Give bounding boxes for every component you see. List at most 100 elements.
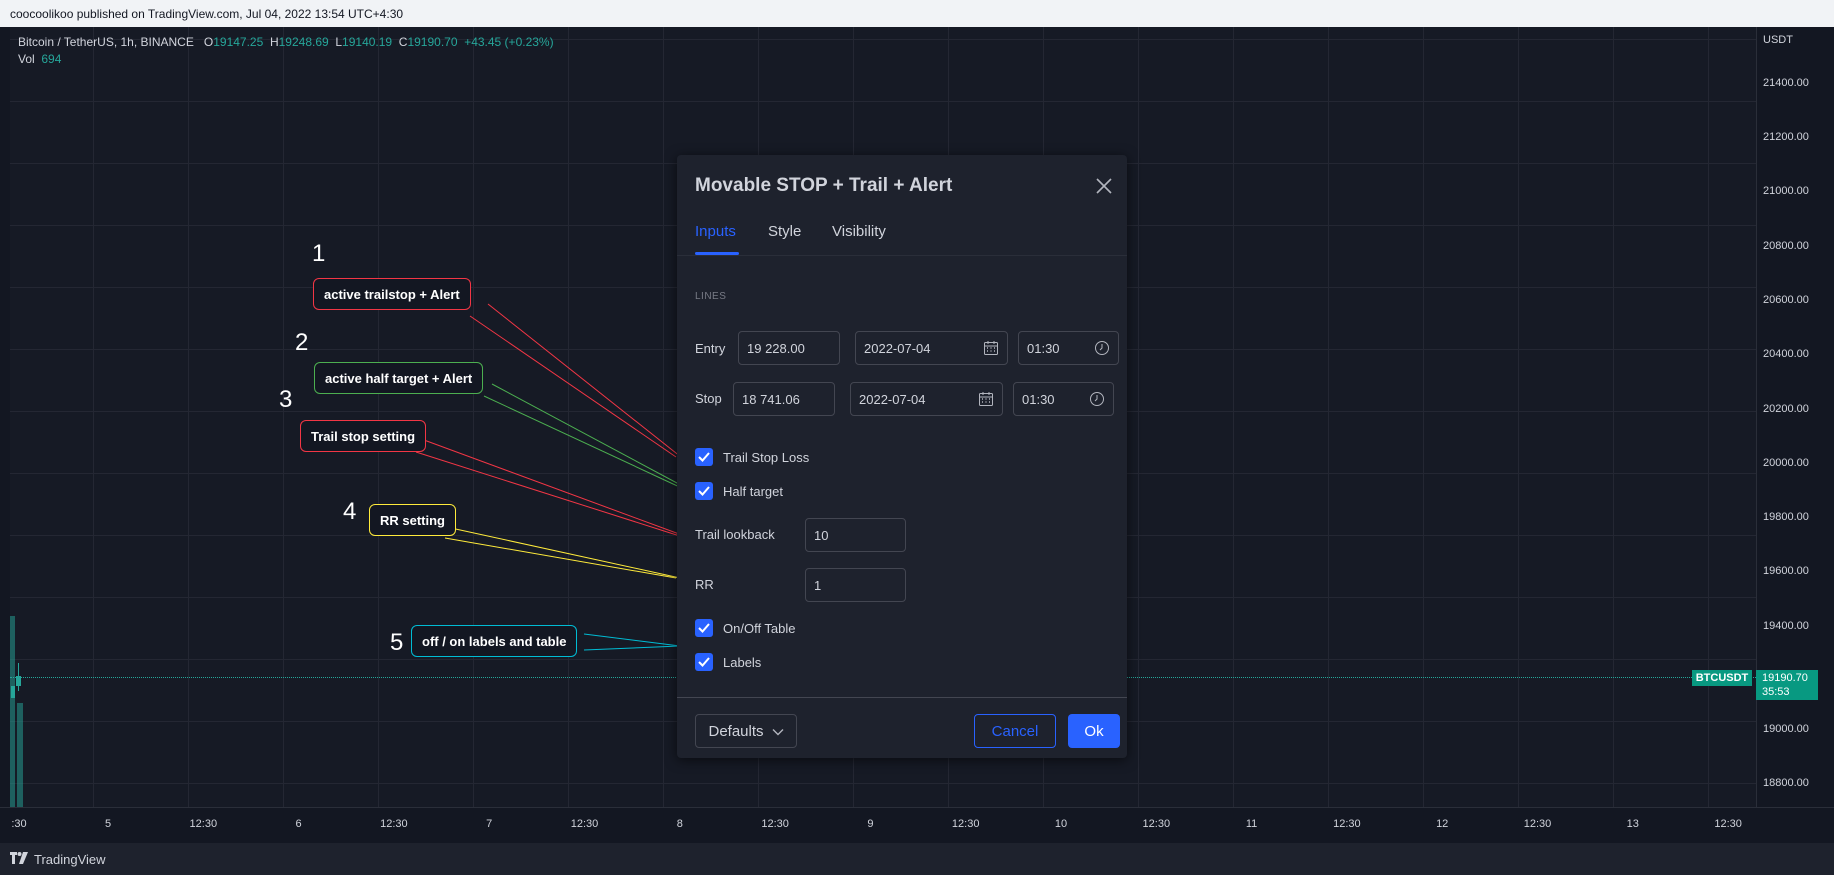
rr-label: RR xyxy=(695,577,714,592)
checkbox-label: Labels xyxy=(723,654,762,670)
checkbox-label: Trail Stop Loss xyxy=(723,449,810,465)
annotation-number: 5 xyxy=(390,629,404,656)
close-icon[interactable] xyxy=(1093,175,1115,197)
time-tick-label: 12 xyxy=(1436,818,1449,830)
clock-icon[interactable] xyxy=(1089,391,1105,407)
trail-lookback-input[interactable]: 10 xyxy=(805,518,906,552)
price-tick-label: 18800.00 xyxy=(1763,777,1809,789)
annotation-label: active trailstop + Alert xyxy=(313,278,471,310)
annotation-label: Trail stop setting xyxy=(300,420,427,452)
symbol-badge: BTCUSDT xyxy=(1692,670,1752,686)
price-tick-label: 20200.00 xyxy=(1763,403,1809,415)
price-tick-label: 20800.00 xyxy=(1763,240,1809,252)
time-tick-label: 9 xyxy=(867,818,874,830)
annotation-number: 4 xyxy=(343,498,357,525)
tab-divider xyxy=(677,255,1127,256)
tab-style[interactable]: Style xyxy=(768,223,801,240)
checkmark-icon[interactable] xyxy=(695,482,713,500)
price-tick-label: 21200.00 xyxy=(1763,131,1809,143)
price-tick-label: 21000.00 xyxy=(1763,185,1809,197)
annotation-label: off / on labels and table xyxy=(411,625,578,657)
checkmark-icon[interactable] xyxy=(695,448,713,466)
high-label: H xyxy=(269,35,279,49)
stop-time-value: 01:30 xyxy=(1022,391,1055,407)
open-label: O xyxy=(203,35,214,49)
calendar-icon[interactable] xyxy=(978,391,994,407)
indicator-settings-dialog: Movable STOP + Trail + Alert Inputs Styl… xyxy=(677,155,1127,758)
low-value: 19140.19 xyxy=(342,35,393,49)
entry-time-input[interactable]: 01:30 xyxy=(1018,331,1119,365)
stop-time-input[interactable]: 01:30 xyxy=(1013,382,1114,416)
time-tick-label: 12:30 xyxy=(1523,818,1552,830)
time-tick-label: 12:30 xyxy=(951,818,980,830)
stop-label: Stop xyxy=(695,391,722,406)
defaults-label: Defaults xyxy=(708,722,764,740)
last-price-badge: 19190.70 35:53 xyxy=(1756,670,1818,700)
volume-legend: Vol 694 xyxy=(18,52,61,66)
price-tick-label: 19000.00 xyxy=(1763,723,1809,735)
tradingview-logo-icon xyxy=(10,851,28,867)
ok-button[interactable]: Ok xyxy=(1068,714,1120,748)
price-tick-label: 20000.00 xyxy=(1763,457,1809,469)
price-tick-label: 19800.00 xyxy=(1763,511,1809,523)
last-price-value: 19190.70 xyxy=(1762,672,1808,684)
time-tick-label: 11 xyxy=(1245,818,1258,830)
time-tick-label: 6 xyxy=(295,818,302,830)
entry-price-input[interactable]: 19 228.00 xyxy=(738,331,840,365)
stop-date-input[interactable]: 2022-07-04 xyxy=(850,382,1003,416)
checkmark-icon[interactable] xyxy=(695,653,713,671)
time-tick-label: 12:30 xyxy=(380,818,408,830)
section-label-lines: LINES xyxy=(695,291,727,302)
time-tick-label: 10 xyxy=(1054,818,1068,830)
bar-countdown: 35:53 xyxy=(1762,686,1790,698)
change-value: +43.45 (+0.23%) xyxy=(464,35,554,49)
time-tick-label: 7 xyxy=(486,818,493,830)
defaults-dropdown[interactable]: Defaults xyxy=(695,714,797,748)
time-tick-label: 12:30 xyxy=(1714,818,1742,830)
volume-bar xyxy=(17,703,23,807)
brand-name: TradingView xyxy=(34,851,106,867)
time-tick-label: 12:30 xyxy=(189,818,218,830)
tab-inputs[interactable]: Inputs xyxy=(695,223,736,240)
clock-icon[interactable] xyxy=(1094,340,1110,356)
price-tick-label: 19400.00 xyxy=(1763,620,1809,632)
price-tick-label: 20600.00 xyxy=(1763,294,1809,306)
checkmark-icon[interactable] xyxy=(695,619,713,637)
labels-checkbox[interactable]: Labels xyxy=(695,653,761,671)
price-tick-label: 19600.00 xyxy=(1763,565,1809,577)
trail-lookback-label: Trail lookback xyxy=(695,527,775,542)
chevron-down-icon xyxy=(772,723,784,740)
time-tick-label: 12:30 xyxy=(1333,818,1361,830)
annotation-number: 3 xyxy=(279,386,293,413)
half-target-checkbox[interactable]: Half target xyxy=(695,482,783,500)
tab-visibility[interactable]: Visibility xyxy=(832,223,886,240)
time-tick-label: :30 xyxy=(11,818,27,830)
time-axis[interactable] xyxy=(0,807,1834,844)
annotation-number: 2 xyxy=(295,329,309,356)
stop-date-value: 2022-07-04 xyxy=(859,391,926,407)
volume-value: 694 xyxy=(41,52,62,66)
annotation-label: active half target + Alert xyxy=(314,362,484,394)
high-value: 19248.69 xyxy=(278,35,329,49)
price-tick-label: 21400.00 xyxy=(1763,77,1809,89)
entry-label: Entry xyxy=(695,341,726,356)
entry-date-input[interactable]: 2022-07-04 xyxy=(855,331,1008,365)
footer-divider xyxy=(677,697,1127,698)
price-tick-label: 20400.00 xyxy=(1763,348,1809,360)
currency-label: USDT xyxy=(1763,34,1793,46)
trail-stop-loss-checkbox[interactable]: Trail Stop Loss xyxy=(695,448,809,466)
rr-input[interactable]: 1 xyxy=(805,568,906,602)
time-tick-label: 12:30 xyxy=(1142,818,1171,830)
cancel-button[interactable]: Cancel xyxy=(974,714,1056,748)
volume-bar xyxy=(10,616,15,807)
annotation-number: 1 xyxy=(312,240,326,267)
symbol-name[interactable]: Bitcoin / TetherUS, 1h, BINANCE xyxy=(18,35,194,49)
time-tick-label: 5 xyxy=(104,818,112,830)
stop-price-input[interactable]: 18 741.06 xyxy=(733,382,835,416)
publish-header: coocoolikoo published on TradingView.com… xyxy=(0,0,1834,27)
ohlc-legend: Bitcoin / TetherUS, 1h, BINANCE O19147.2… xyxy=(18,35,554,49)
time-tick-label: 13 xyxy=(1626,818,1639,830)
on-off-table-checkbox[interactable]: On/Off Table xyxy=(695,619,796,637)
calendar-icon[interactable] xyxy=(983,340,999,356)
entry-date-value: 2022-07-04 xyxy=(864,340,931,356)
